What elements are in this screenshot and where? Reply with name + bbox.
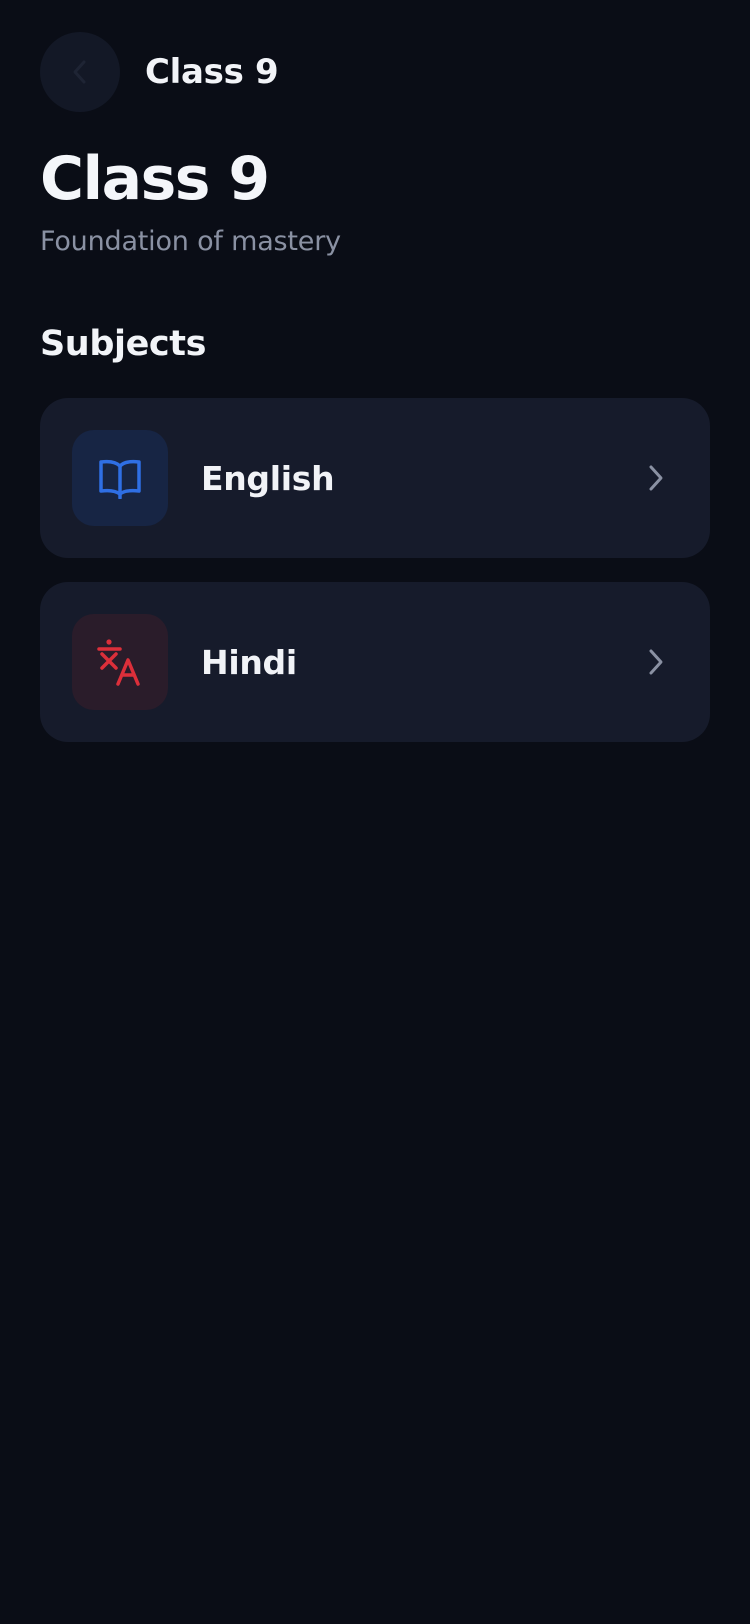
header-title: Class 9 (145, 52, 279, 92)
subject-label: English (201, 458, 335, 498)
class-screen: Class 9 Class 9 Foundation of mastery Su… (0, 0, 750, 1624)
page-title: Class 9 (40, 144, 270, 214)
translate-icon (97, 639, 140, 686)
chevron-right-icon (644, 646, 668, 678)
back-button[interactable] (40, 32, 120, 112)
chevron-left-icon (73, 60, 86, 84)
subject-icon-tile (72, 430, 168, 526)
subject-icon-tile (72, 614, 168, 710)
book-open-icon (99, 459, 141, 499)
top-bar: Class 9 (40, 32, 279, 112)
page-subtitle: Foundation of mastery (40, 226, 341, 257)
section-heading-subjects: Subjects (40, 324, 207, 364)
subject-card-hindi[interactable]: Hindi (40, 582, 710, 742)
subject-label: Hindi (201, 642, 297, 682)
chevron-right-icon (644, 462, 668, 494)
subject-card-english[interactable]: English (40, 398, 710, 558)
